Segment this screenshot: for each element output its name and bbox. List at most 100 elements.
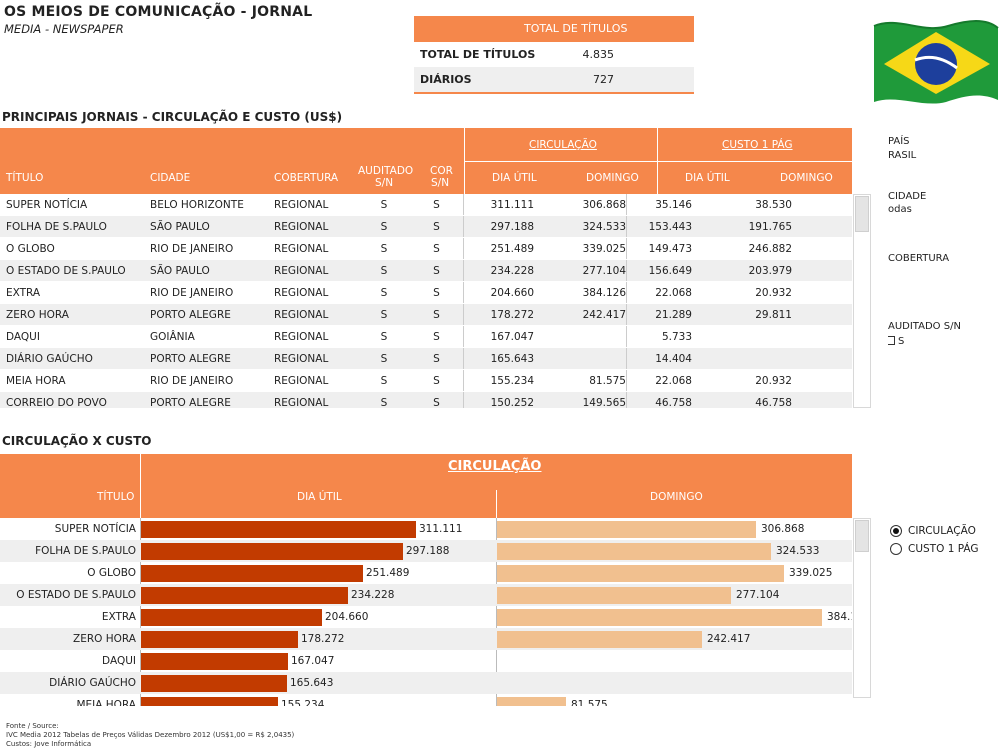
cell-titulo: SUPER NOTÍCIA [6,199,88,211]
radio-circulacao[interactable]: CIRCULAÇÃO [890,522,979,540]
cell-custo-dia-util: 14.404 [655,353,692,365]
chart-row[interactable]: O GLOBO 251.489 339.025 [0,562,852,584]
filter-cidade-value[interactable]: odas [888,204,912,215]
col-header-cobertura[interactable]: COBERTURA [274,172,338,184]
table-row[interactable]: FOLHA DE S.PAULO SÃO PAULO REGIONAL S S 297.1… [0,216,852,238]
table-row[interactable]: O ESTADO DE S.PAULO SÃO PAULO REGIONAL S S 23… [0,260,852,282]
totals-row: DIÁRIOS 727 [414,67,694,92]
cell-custo-dia-util: 5.733 [661,331,692,343]
chart-scrollbar[interactable] [853,518,871,698]
bar-dia-util[interactable] [141,631,298,648]
table-row[interactable]: EXTRA RIO DE JANEIRO REGIONAL S S 204.660 384.… [0,282,852,304]
chart-row[interactable]: EXTRA 204.660 384.126 [0,606,852,628]
chart-row[interactable]: FOLHA DE S.PAULO 297.188 324.533 [0,540,852,562]
cell-circ-dia-util: 204.660 [490,287,534,299]
table-row[interactable]: SUPER NOTÍCIA BELO HORIZONTE REGIONAL S S 311… [0,194,852,216]
checkbox-icon[interactable] [888,336,895,345]
col-header-titulo[interactable]: TÍTULO [6,172,43,184]
chart-col-dia-util: DIA ÚTIL [297,491,342,503]
radio-custo[interactable]: CUSTO 1 PÁG [890,540,979,558]
cell-cidade: RIO DE JANEIRO [150,243,234,255]
chart-col-domingo: DOMINGO [650,491,703,503]
bar-dia-util-value: 165.643 [290,677,334,689]
col-header-custo-dia-util[interactable]: DIA ÚTIL [685,172,730,184]
cell-circ-domingo: 384.126 [534,282,627,303]
chart-row[interactable]: MEIA HORA 155.234 81.575 [0,694,852,706]
cell-cor: S [410,194,464,215]
col-header-cidade[interactable]: CIDADE [150,172,190,184]
table-scrollbar[interactable] [853,194,871,408]
bar-domingo[interactable] [497,697,566,706]
cell-auditado: S [380,199,388,211]
cell-custo-domingo: 20.932 [755,287,792,299]
chart-category-label: EXTRA [101,611,136,623]
totals-row: TOTAL DE TÍTULOS 4.835 [414,42,694,67]
chart-row[interactable]: DAQUI 167.047 [0,650,852,672]
chart-row[interactable]: SUPER NOTÍCIA 311.111 306.868 [0,518,852,540]
chart-header: TÍTULO CIRCULAÇÃO DIA ÚTIL DOMINGO [0,454,852,518]
cell-cidade: BELO HORIZONTE [150,199,244,211]
bar-dia-util[interactable] [141,609,322,626]
bar-dia-util-value: 167.047 [291,655,335,667]
newspapers-table: CIRCULAÇÃO CUSTO 1 PÁG TÍTULO CIDADE COB… [0,128,852,408]
col-header-domingo[interactable]: DOMINGO [586,172,639,184]
bar-domingo[interactable] [497,631,702,648]
cell-circ-domingo [534,348,627,369]
col-header-custo-domingo[interactable]: DOMINGO [780,172,833,184]
cell-custo-dia-util: 22.068 [655,375,692,387]
radio-selected-icon[interactable] [890,525,902,537]
custo-group-link[interactable]: CUSTO 1 PÁG [722,139,793,151]
bar-domingo[interactable] [497,565,784,582]
bar-dia-util[interactable] [141,697,278,706]
chart-row[interactable]: DIÁRIO GAÚCHO 165.643 [0,672,852,694]
chart-category-label: SUPER NOTÍCIA [54,523,136,535]
bar-domingo[interactable] [497,543,771,560]
col-header-auditado[interactable]: AUDITADO [358,165,413,177]
totals-label: DIÁRIOS [420,73,472,86]
cell-cidade: SÃO PAULO [150,221,210,233]
bar-domingo[interactable] [497,521,756,538]
cell-auditado: S [380,375,388,387]
bar-domingo-value: 306.868 [761,523,805,535]
cell-auditado: S [380,287,388,299]
bar-dia-util[interactable] [141,587,348,604]
cell-cor: S [410,392,464,408]
chart-row[interactable]: ZERO HORA 178.272 242.417 [0,628,852,650]
table-row[interactable]: ZERO HORA PORTO ALEGRE REGIONAL S S 178.272 24… [0,304,852,326]
filter-auditado-value[interactable]: S [888,336,904,347]
table-scrollbar-thumb[interactable] [855,196,869,232]
cell-circ-dia-util: 155.234 [490,375,534,387]
col-header-dia-util[interactable]: DIA ÚTIL [492,172,537,184]
bar-domingo[interactable] [497,609,822,626]
totals-value: 727 [593,73,614,86]
bar-dia-util-value: 204.660 [325,611,369,623]
cell-cor: S [410,348,464,369]
col-header-cor[interactable]: COR [430,165,453,177]
cell-circ-domingo [534,326,627,347]
bar-domingo[interactable] [497,587,731,604]
chart-body: SUPER NOTÍCIA 311.111 306.868 FOLHA DE S.PA… [0,518,852,706]
chart-group-title[interactable]: CIRCULAÇÃO [448,459,541,474]
table-row[interactable]: DAQUI GOIÂNIA REGIONAL S S 167.047 5.733 [0,326,852,348]
filter-pais-value[interactable]: RASIL [888,150,916,161]
table-row[interactable]: MEIA HORA RIO DE JANEIRO REGIONAL S S 155.234… [0,370,852,392]
table-row[interactable]: CORREIO DO POVO PORTO ALEGRE REGIONAL S S 150… [0,392,852,408]
bar-dia-util[interactable] [141,543,403,560]
radio-unselected-icon[interactable] [890,543,902,555]
cell-cidade: SÃO PAULO [150,265,210,277]
chart-scrollbar-thumb[interactable] [855,520,869,552]
bar-dia-util[interactable] [141,565,363,582]
bar-dia-util[interactable] [141,675,287,692]
cell-cidade: PORTO ALEGRE [150,397,231,408]
bar-dia-util[interactable] [141,653,288,670]
cell-circ-dia-util: 165.643 [490,353,534,365]
cell-auditado: S [380,265,388,277]
table-row[interactable]: O GLOBO RIO DE JANEIRO REGIONAL S S 251.489 33… [0,238,852,260]
cell-custo-dia-util: 35.146 [655,199,692,211]
chart-row[interactable]: O ESTADO DE S.PAULO 234.228 277.104 [0,584,852,606]
table-row[interactable]: DIÁRIO GAÚCHO PORTO ALEGRE REGIONAL S S 165.6… [0,348,852,370]
cell-titulo: DIÁRIO GAÚCHO [6,353,93,365]
circulacao-group-link[interactable]: CIRCULAÇÃO [529,139,597,151]
bar-dia-util[interactable] [141,521,416,538]
col-header-auditado-sn: S/N [375,177,394,189]
